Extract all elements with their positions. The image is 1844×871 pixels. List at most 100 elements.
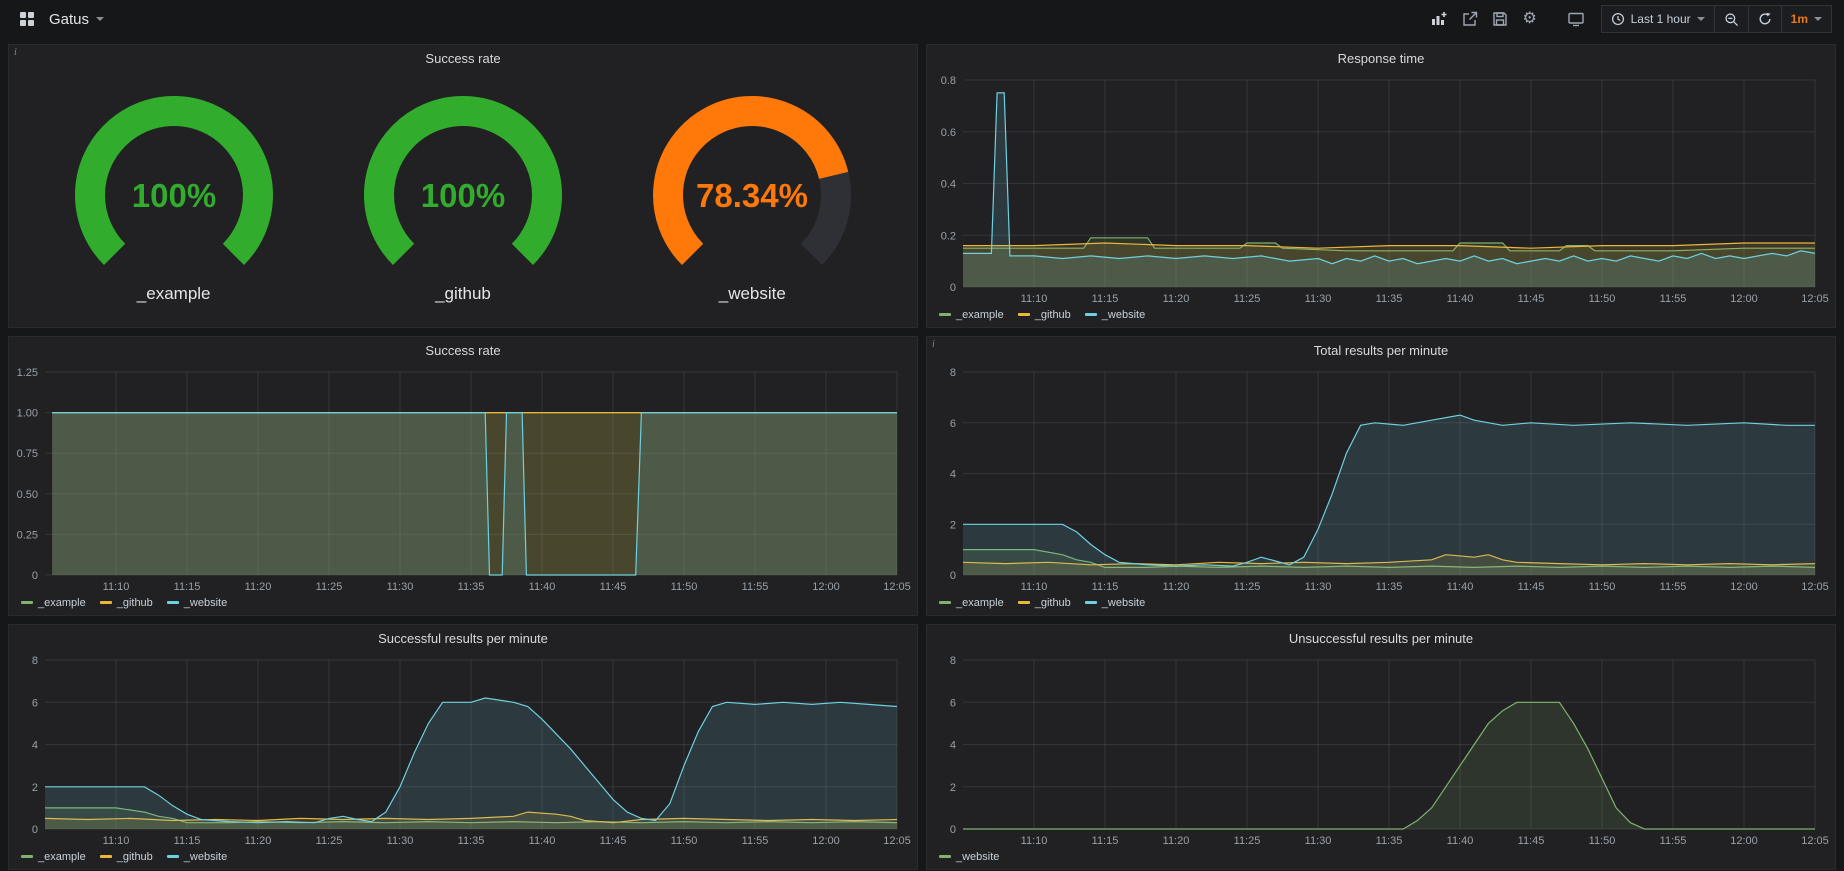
x-axis-tick-label: 11:30 <box>387 835 414 847</box>
x-axis-tick-label: 11:20 <box>1163 293 1190 305</box>
gauge-arc: 100% <box>343 89 583 284</box>
panel-title[interactable]: Unsuccessful results per minute <box>927 625 1835 652</box>
panel-title[interactable]: Successful results per minute <box>9 625 917 652</box>
panel-unsuccessful-results: Unsuccessful results per minute 0246811:… <box>926 624 1836 870</box>
legend-item-_github[interactable]: _github <box>100 597 153 609</box>
legend-item-_example[interactable]: _example <box>939 309 1004 321</box>
panel-title[interactable]: Total results per minute <box>927 337 1835 364</box>
panel-info-icon[interactable]: i <box>932 339 935 350</box>
legend-item-_example[interactable]: _example <box>21 851 86 863</box>
panel-success-rate-chart: Success rate 00.250.500.751.001.2511:101… <box>8 336 918 616</box>
successful-results-chart[interactable]: 0246811:1011:1511:2011:2511:3011:3511:40… <box>9 652 917 849</box>
x-axis-tick-label: 11:55 <box>742 835 769 847</box>
panel-info-icon[interactable]: i <box>14 47 17 58</box>
legend-swatch-icon <box>939 855 951 858</box>
chart-canvas[interactable]: 00.250.500.751.001.2511:1011:1511:2011:2… <box>9 364 917 595</box>
legend-item-_example[interactable]: _example <box>939 597 1004 609</box>
series-area-_website <box>963 415 1815 575</box>
legend-item-_website[interactable]: _website <box>167 597 227 609</box>
legend-item-_website[interactable]: _website <box>939 851 999 863</box>
y-axis-tick-label: 6 <box>950 418 956 430</box>
zoom-out-button[interactable] <box>1714 5 1749 33</box>
legend-item-_website[interactable]: _website <box>167 851 227 863</box>
x-axis-tick-label: 11:20 <box>245 581 272 593</box>
legend-series-name: _example <box>956 597 1004 609</box>
x-axis-tick-label: 12:00 <box>1730 293 1758 305</box>
total-results-chart[interactable]: 0246811:1011:1511:2011:2511:3011:3511:40… <box>927 364 1835 595</box>
x-axis-tick-label: 11:50 <box>1589 581 1616 593</box>
x-axis-tick-label: 11:25 <box>1234 581 1261 593</box>
x-axis-tick-label: 12:00 <box>1730 581 1758 593</box>
unsuccessful-results-chart[interactable]: 0246811:1011:1511:2011:2511:3011:3511:40… <box>927 652 1835 849</box>
dashboard-grid: i Success rate 100% _example 100% _githu… <box>0 38 1844 870</box>
y-axis-tick-label: 0 <box>32 570 38 582</box>
x-axis-tick-label: 11:40 <box>529 581 556 593</box>
chart-canvas[interactable]: 0246811:1011:1511:2011:2511:3011:3511:40… <box>9 652 917 849</box>
gauge-value: 78.34% <box>696 177 808 214</box>
x-axis-tick-label: 11:30 <box>1305 835 1332 847</box>
x-axis-tick-label: 11:15 <box>174 581 201 593</box>
y-axis-tick-label: 1.25 <box>17 367 38 379</box>
panel-title[interactable]: Response time <box>927 45 1835 72</box>
response-time-chart[interactable]: 00.20.40.60.811:1011:1511:2011:2511:3011… <box>927 72 1835 307</box>
x-axis-tick-label: 11:30 <box>1305 581 1332 593</box>
chart-canvas[interactable]: 00.20.40.60.811:1011:1511:2011:2511:3011… <box>927 72 1835 307</box>
legend-swatch-icon <box>1018 313 1030 316</box>
refresh-icon <box>1758 12 1772 26</box>
legend-swatch-icon <box>1085 601 1097 604</box>
x-axis-tick-label: 11:25 <box>316 581 343 593</box>
x-axis-tick-label: 11:45 <box>600 835 627 847</box>
x-axis-tick-label: 11:10 <box>1021 581 1048 593</box>
legend: _example _github _website <box>9 595 917 615</box>
gauge-github: 100% _github <box>343 89 583 304</box>
time-range-picker[interactable]: Last 1 hour <box>1601 5 1715 33</box>
y-axis-tick-label: 2 <box>950 782 956 794</box>
chart-canvas[interactable]: 0246811:1011:1511:2011:2511:3011:3511:40… <box>927 364 1835 595</box>
save-button[interactable] <box>1485 5 1515 33</box>
panel-title[interactable]: Success rate <box>9 337 917 364</box>
panel-success-rate-gauges: i Success rate 100% _example 100% _githu… <box>8 44 918 328</box>
legend-item-_github[interactable]: _github <box>1018 309 1071 321</box>
gauge-canvas: 100% <box>343 89 583 279</box>
gauge-track-arc <box>812 175 837 254</box>
x-axis-tick-label: 11:15 <box>1092 293 1119 305</box>
legend-item-_example[interactable]: _example <box>21 597 86 609</box>
y-axis-tick-label: 4 <box>32 740 38 752</box>
gauge-example: 100% _example <box>54 89 294 304</box>
y-axis-tick-label: 6 <box>950 697 956 709</box>
legend-swatch-icon <box>100 855 112 858</box>
panel-title[interactable]: Success rate <box>9 45 917 72</box>
legend-series-name: _github <box>1035 309 1071 321</box>
x-axis-tick-label: 12:05 <box>883 835 911 847</box>
legend-item-_website[interactable]: _website <box>1085 309 1145 321</box>
refresh-button[interactable] <box>1748 5 1782 33</box>
x-axis-tick-label: 11:35 <box>458 581 485 593</box>
x-axis-tick-label: 11:10 <box>1021 835 1048 847</box>
x-axis-tick-label: 11:10 <box>103 835 130 847</box>
legend-series-name: _github <box>1035 597 1071 609</box>
x-axis-tick-label: 11:40 <box>1447 835 1474 847</box>
dashboard-title[interactable]: Gatus <box>49 11 89 28</box>
y-axis-tick-label: 0.4 <box>941 179 956 191</box>
legend-swatch-icon <box>167 601 179 604</box>
settings-gear-icon[interactable]: ⚙ <box>1515 5 1545 33</box>
refresh-interval-picker[interactable]: 1m <box>1781 5 1832 33</box>
refresh-interval-label: 1m <box>1791 12 1808 26</box>
legend-item-_github[interactable]: _github <box>100 851 153 863</box>
gauge-website: 78.34% _website <box>632 89 872 304</box>
legend: _example _github _website <box>927 595 1835 615</box>
dashboard-grid-icon[interactable] <box>12 5 42 33</box>
chart-canvas[interactable]: 0246811:1011:1511:2011:2511:3011:3511:40… <box>927 652 1835 849</box>
legend-swatch-icon <box>1018 601 1030 604</box>
time-range-label: Last 1 hour <box>1631 12 1691 26</box>
x-axis-tick-label: 11:45 <box>1518 835 1545 847</box>
tv-mode-button[interactable] <box>1561 5 1591 33</box>
legend-item-_github[interactable]: _github <box>1018 597 1071 609</box>
legend-item-_website[interactable]: _website <box>1085 597 1145 609</box>
add-panel-button[interactable] <box>1425 5 1455 33</box>
x-axis-tick-label: 11:35 <box>1376 293 1403 305</box>
legend: _example _github _website <box>927 307 1835 327</box>
share-button[interactable] <box>1455 5 1485 33</box>
success-rate-chart[interactable]: 00.250.500.751.001.2511:1011:1511:2011:2… <box>9 364 917 595</box>
legend-series-name: _example <box>956 309 1004 321</box>
